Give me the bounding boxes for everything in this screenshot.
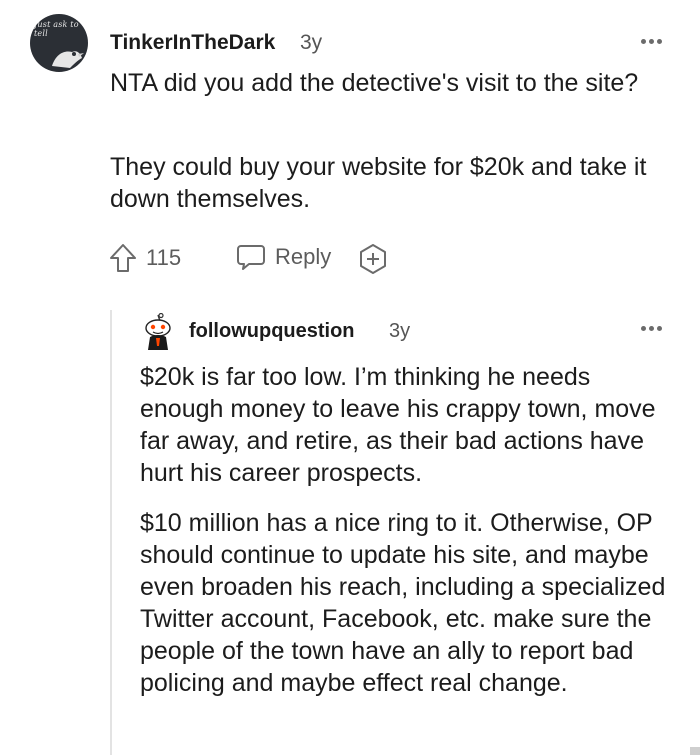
more-options-icon[interactable] bbox=[641, 324, 671, 334]
reply-username[interactable]: followupquestion bbox=[189, 320, 355, 343]
snoo-avatar-icon[interactable] bbox=[141, 313, 175, 351]
award-icon bbox=[360, 244, 386, 274]
comment-paragraph: They could buy your website for $20k and… bbox=[110, 153, 647, 213]
reply-paragraph: $20k is far too low. I’m thinking he nee… bbox=[140, 363, 656, 487]
award-button[interactable] bbox=[356, 242, 390, 276]
reply-label: Reply bbox=[275, 244, 332, 269]
comment-thread: Just ask to tell TinkerInTheDark 3y NTA … bbox=[0, 0, 700, 755]
reply-paragraph: $10 million has a nice ring to it. Other… bbox=[140, 509, 666, 697]
thread-line[interactable] bbox=[110, 310, 112, 755]
more-options-icon[interactable] bbox=[641, 37, 671, 47]
reply-icon bbox=[237, 245, 265, 270]
avatar[interactable]: Just ask to tell bbox=[30, 14, 88, 72]
upvote-button[interactable]: 115 bbox=[108, 242, 181, 274]
upvote-count: 115 bbox=[146, 245, 182, 270]
comment-username[interactable]: TinkerInTheDark bbox=[110, 31, 275, 55]
comment-paragraph: NTA did you add the detective's visit to… bbox=[110, 69, 639, 97]
comment-age: 3y bbox=[300, 31, 323, 54]
scrollbar[interactable] bbox=[690, 747, 700, 755]
reply-button[interactable]: Reply bbox=[235, 242, 331, 272]
upvote-icon bbox=[110, 244, 136, 272]
avatar-caption: Just ask to tell bbox=[34, 20, 79, 38]
reply-age: 3y bbox=[389, 320, 411, 342]
